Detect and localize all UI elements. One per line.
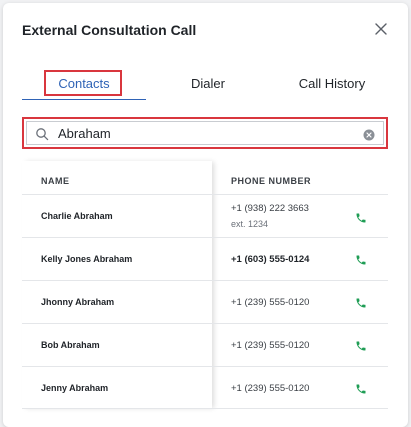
column-header-phone: PHONE NUMBER <box>231 176 312 186</box>
contacts-table: NAME PHONE NUMBER Charlie Abraham +1 (93… <box>22 161 388 409</box>
contact-name: Jenny Abraham <box>41 383 109 393</box>
active-tab-indicator <box>22 99 146 100</box>
phone-icon[interactable] <box>355 382 367 394</box>
phone-icon[interactable] <box>355 211 367 223</box>
search-input[interactable]: Abraham <box>26 121 384 145</box>
contact-phone: +1 (603) 555-0124 <box>231 254 310 265</box>
close-icon[interactable] <box>374 22 388 36</box>
contact-name: Bob Abraham <box>41 340 100 350</box>
table-row[interactable]: Jenny Abraham +1 (239) 555-0120 <box>22 366 388 409</box>
phone-icon[interactable] <box>355 296 367 308</box>
contact-name: Charlie Abraham <box>41 211 113 221</box>
search-highlight: Abraham <box>22 117 388 149</box>
contact-phone: +1 (239) 555-0120 <box>231 383 310 394</box>
clear-circle-icon[interactable] <box>363 128 375 141</box>
contacts-tab-highlight <box>44 70 122 96</box>
search-icon <box>35 127 49 141</box>
contact-phone: +1 (239) 555-0120 <box>231 297 310 308</box>
tab-dialer[interactable]: Dialer <box>146 69 270 99</box>
contact-name: Jhonny Abraham <box>41 297 115 307</box>
table-row[interactable]: Charlie Abraham +1 (938) 222 3663 ext. 1… <box>22 194 388 237</box>
contact-extension: ext. 1234 <box>231 219 269 229</box>
tab-call-history[interactable]: Call History <box>270 69 394 99</box>
contact-phone: +1 (239) 555-0120 <box>231 340 310 351</box>
phone-icon[interactable] <box>355 339 367 351</box>
search-value[interactable]: Abraham <box>58 122 111 146</box>
table-row[interactable]: Jhonny Abraham +1 (239) 555-0120 <box>22 280 388 323</box>
dialog-title: External Consultation Call <box>22 22 197 38</box>
contact-phone: +1 (938) 222 3663 <box>231 203 309 214</box>
tab-bar: Contacts Dialer Call History <box>22 69 388 100</box>
column-header-name: NAME <box>41 176 70 186</box>
table-row[interactable]: Kelly Jones Abraham +1 (603) 555-0124 <box>22 237 388 280</box>
table-row[interactable]: Bob Abraham +1 (239) 555-0120 <box>22 323 388 366</box>
phone-icon[interactable] <box>355 253 367 265</box>
consultation-dialog: External Consultation Call Contacts Dial… <box>3 3 408 427</box>
contact-name: Kelly Jones Abraham <box>41 254 133 264</box>
